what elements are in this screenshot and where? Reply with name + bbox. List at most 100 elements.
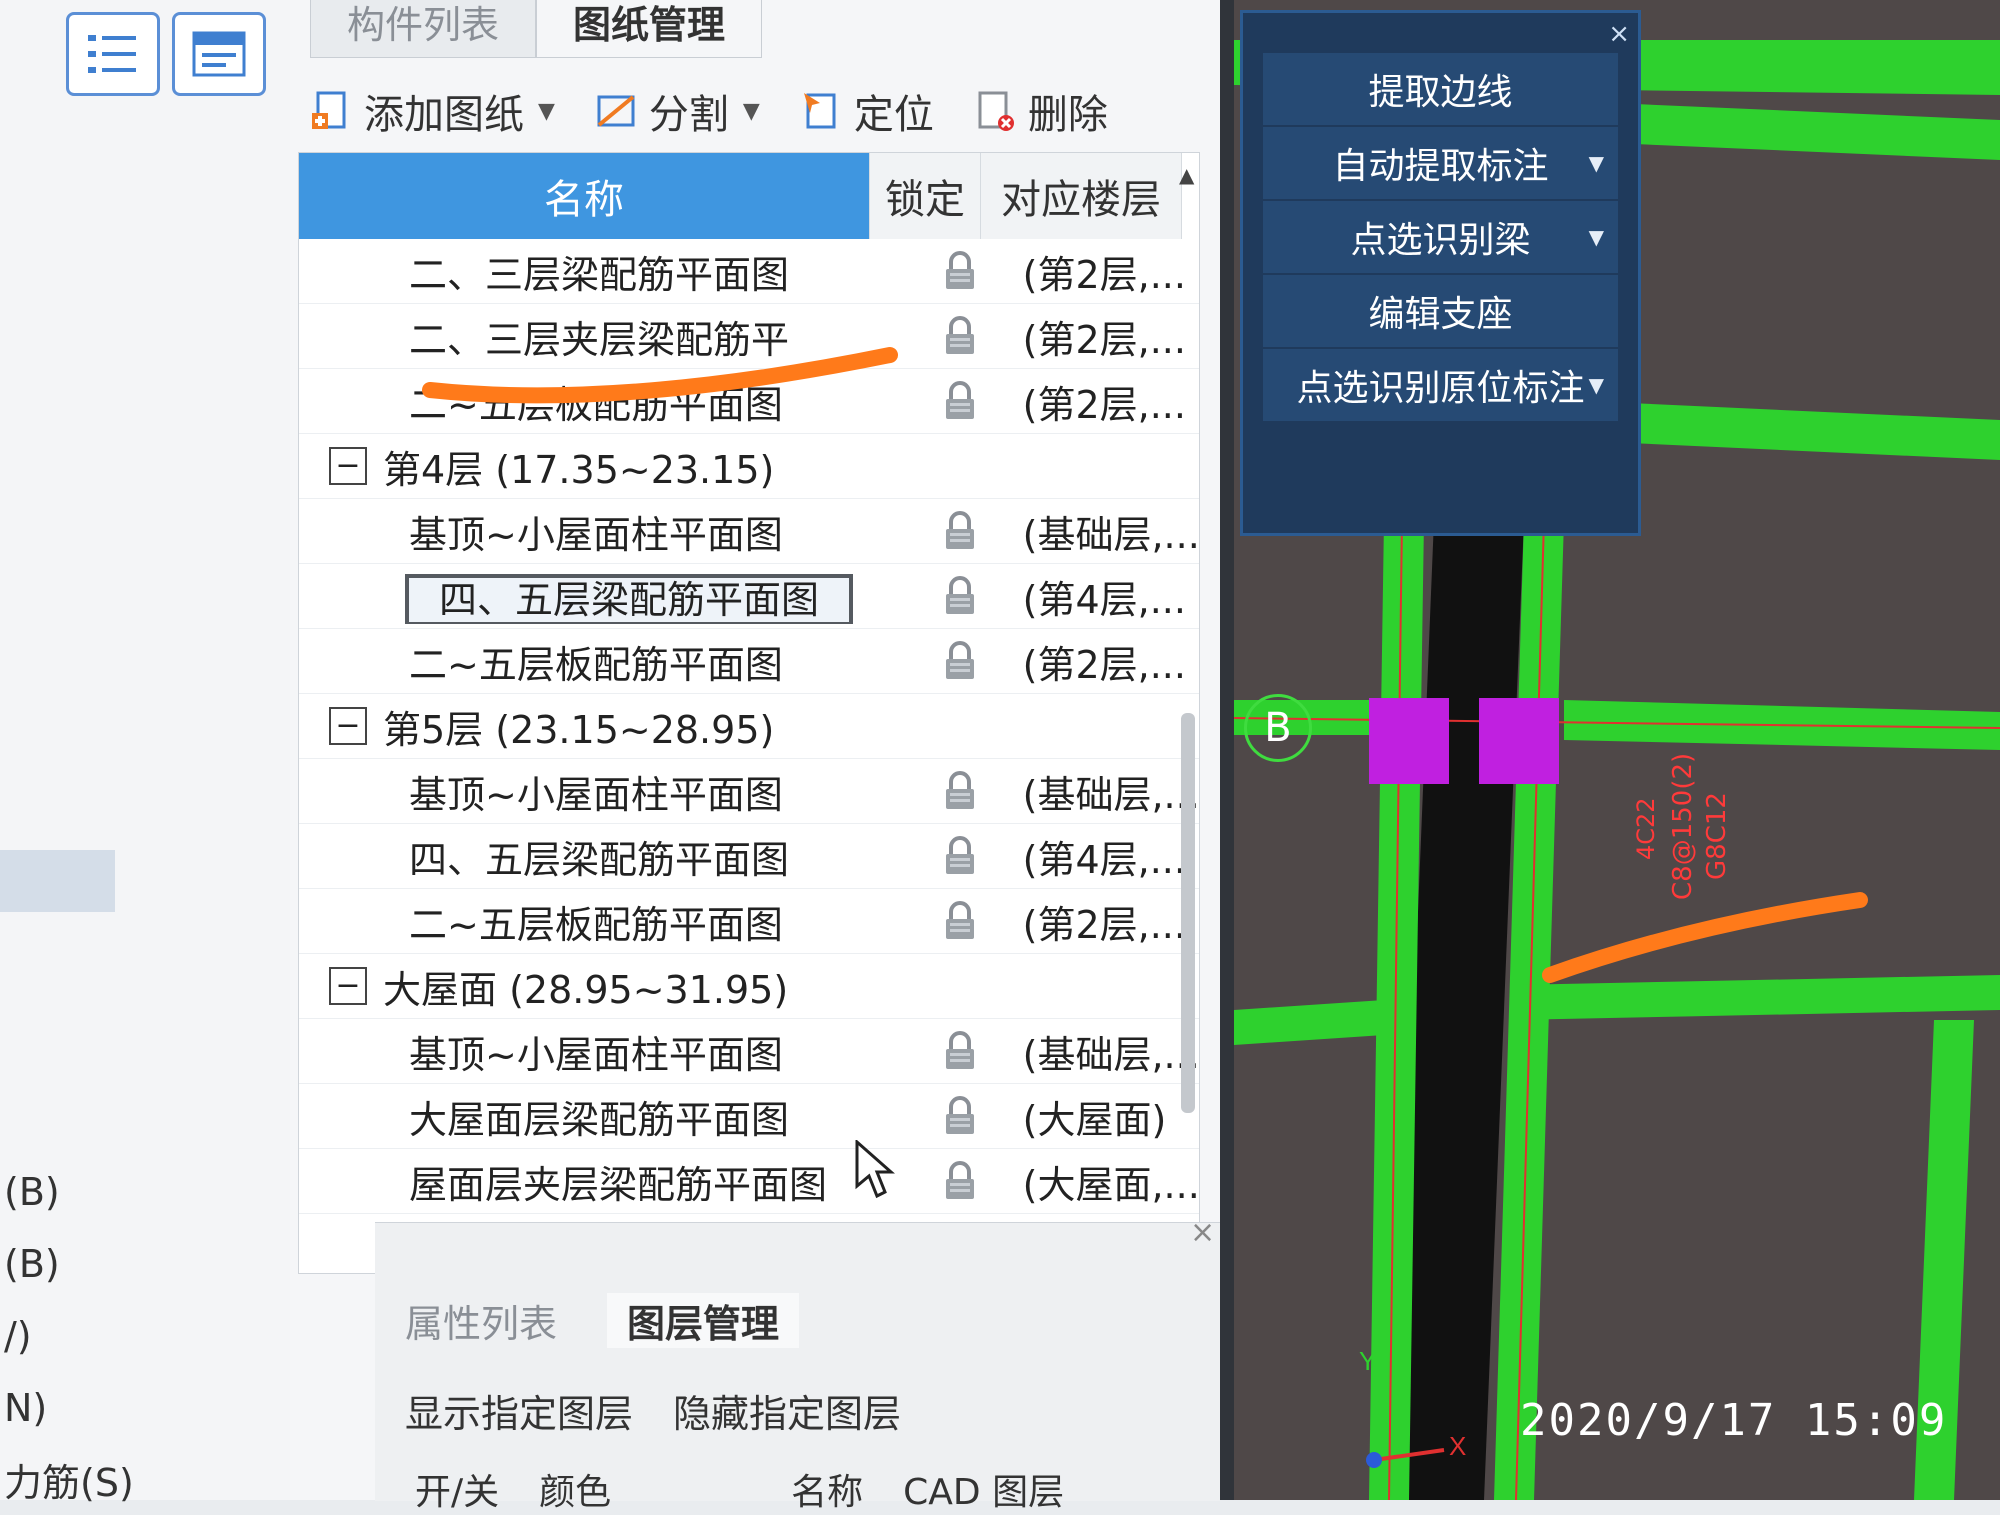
menu-item-label: 自动提取标注	[1332, 146, 1549, 187]
floor-cell[interactable]: (基础层,...	[1009, 504, 1199, 559]
locate-icon	[803, 93, 836, 129]
lock-cell[interactable]	[912, 511, 1009, 551]
chevron-down-icon[interactable]: ▼	[743, 99, 760, 124]
scroll-up-icon[interactable]: ▲	[1179, 163, 1199, 187]
column-header-floor[interactable]: 对应楼层	[981, 153, 1182, 239]
menu-item[interactable]: 点选识别梁 ▼	[1263, 201, 1618, 273]
grid-axis-label: B	[1244, 694, 1312, 762]
component-label[interactable]: (B)	[4, 1170, 60, 1214]
lock-cell[interactable]	[912, 771, 1009, 811]
floor-cell[interactable]: (大屋面)	[1009, 1089, 1199, 1144]
lower-tabs: 属性列表 图层管理	[405, 1293, 800, 1348]
drawing-name: 二~五层板配筋平面图	[409, 902, 783, 947]
delete-button[interactable]: 删除	[974, 82, 1108, 140]
floor-group-cell: − 第5层 (23.15~28.95)	[299, 699, 1199, 754]
menu-item[interactable]: 提取边线	[1263, 53, 1618, 125]
drawing-name-cell: 四、五层梁配筋平面图	[299, 569, 912, 624]
lock-cell[interactable]	[912, 251, 1009, 291]
tab-drawing-management[interactable]: 图纸管理	[536, 0, 763, 58]
floor-cell[interactable]: (第2层,...	[1009, 634, 1199, 689]
column-header-lock[interactable]: 锁定	[870, 153, 981, 239]
floor-cell[interactable]: (第2层,...	[1009, 894, 1199, 949]
drawing-row[interactable]: 四、五层梁配筋平面图 (第4层,...	[299, 564, 1199, 629]
drawing-name: 基顶~小屋面柱平面图	[409, 512, 783, 557]
add-file-icon	[312, 91, 346, 129]
component-label[interactable]: 力筋(S)	[4, 1452, 134, 1507]
close-icon[interactable]: ×	[1608, 19, 1630, 49]
floor-group-row[interactable]: − 第4层 (17.35~23.15)	[299, 434, 1199, 499]
floor-cell[interactable]: (第2层,...	[1009, 374, 1199, 429]
floor-group-label: 第5层 (23.15~28.95)	[383, 707, 775, 752]
drawing-row[interactable]: 屋面层夹层梁配筋平面图 (大屋面,...	[299, 1149, 1199, 1214]
floor-cell[interactable]: (基础层,...	[1009, 1024, 1199, 1079]
chevron-down-icon[interactable]: ▼	[1589, 225, 1604, 249]
orange-annotation-stroke	[422, 347, 898, 404]
column-header-layer-name[interactable]: 名称	[791, 1463, 863, 1515]
collapse-icon[interactable]: −	[329, 447, 367, 485]
locate-label: 定位	[853, 92, 934, 138]
column-header-cad-layer[interactable]: CAD 图层	[903, 1463, 1064, 1515]
tab-property-list[interactable]: 属性列表	[405, 1293, 557, 1348]
close-icon[interactable]: ×	[1190, 1215, 1215, 1250]
lock-icon	[946, 901, 975, 939]
menu-item[interactable]: 自动提取标注 ▼	[1263, 127, 1618, 199]
lock-cell[interactable]	[912, 901, 1009, 941]
chevron-down-icon[interactable]: ▼	[1589, 151, 1604, 175]
floor-cell[interactable]: (第4层,...	[1009, 569, 1199, 624]
chevron-down-icon[interactable]: ▼	[538, 99, 555, 124]
locate-button[interactable]: 定位	[800, 82, 934, 140]
panel-divider[interactable]	[1220, 0, 1234, 1500]
drawing-row[interactable]: 基顶~小屋面柱平面图 (基础层,...	[299, 499, 1199, 564]
collapse-icon[interactable]: −	[329, 707, 367, 745]
drawing-row[interactable]: 二~五层板配筋平面图 (第2层,...	[299, 629, 1199, 694]
drawing-row[interactable]: 二~五层板配筋平面图 (第2层,...	[299, 889, 1199, 954]
lock-icon	[946, 316, 975, 354]
lock-cell[interactable]	[912, 381, 1009, 421]
left-sidebar: (B) (B) /) N) 力筋(S)	[0, 0, 291, 1505]
drawing-row[interactable]: 基顶~小屋面柱平面图 (基础层,...	[299, 759, 1199, 824]
lock-cell[interactable]	[912, 836, 1009, 876]
show-layer-button[interactable]: 显示指定图层	[405, 1383, 633, 1438]
menu-item[interactable]: 编辑支座	[1263, 275, 1618, 347]
collapse-icon[interactable]: −	[329, 967, 367, 1005]
drawing-row[interactable]: 大屋面层梁配筋平面图 (大屋面)	[299, 1084, 1199, 1149]
column-header-name[interactable]: 名称	[299, 153, 870, 239]
table-scrollbar[interactable]	[1181, 713, 1195, 1113]
component-label[interactable]: N)	[4, 1386, 47, 1430]
drawing-row[interactable]: 二、三层梁配筋平面图 (第2层,...	[299, 239, 1199, 304]
split-button[interactable]: 分割 ▼	[595, 82, 760, 140]
floor-cell[interactable]: (第2层,...	[1009, 309, 1199, 364]
lock-cell[interactable]	[912, 576, 1009, 616]
chevron-down-icon[interactable]: ▼	[1589, 373, 1604, 397]
tab-component-list[interactable]: 构件列表	[310, 0, 537, 58]
floor-group-row[interactable]: − 第5层 (23.15~28.95)	[299, 694, 1199, 759]
lock-cell[interactable]	[912, 1161, 1009, 1201]
floor-cell[interactable]: (大屋面,...	[1009, 1154, 1199, 1209]
column-header-color[interactable]: 颜色	[539, 1463, 611, 1515]
drawing-row[interactable]: 基顶~小屋面柱平面图 (基础层,...	[299, 1019, 1199, 1084]
list-icon	[88, 35, 136, 73]
column-header-toggle[interactable]: 开/关	[415, 1463, 499, 1515]
component-label[interactable]: /)	[4, 1314, 32, 1358]
tab-layer-management[interactable]: 图层管理	[607, 1293, 800, 1348]
list-view-button[interactable]	[66, 12, 160, 96]
drawing-name: 四、五层梁配筋平面图	[404, 573, 854, 624]
layer-table-header: 开/关 颜色 名称 CAD 图层	[415, 1463, 1064, 1515]
component-label[interactable]: (B)	[4, 1242, 60, 1286]
lock-cell[interactable]	[912, 1031, 1009, 1071]
detail-view-button[interactable]	[172, 12, 266, 96]
drawing-name-cell: 基顶~小屋面柱平面图	[299, 504, 912, 559]
floor-group-row[interactable]: − 大屋面 (28.95~31.95)	[299, 954, 1199, 1019]
floor-cell[interactable]: (第2层,...	[1009, 244, 1199, 299]
floor-cell[interactable]: (基础层,...	[1009, 764, 1199, 819]
add-drawing-button[interactable]: 添加图纸 ▼	[310, 82, 555, 140]
hide-layer-button[interactable]: 隐藏指定图层	[673, 1383, 901, 1438]
lock-icon	[946, 1161, 975, 1199]
lock-cell[interactable]	[912, 1096, 1009, 1136]
floor-cell[interactable]: (第4层,...	[1009, 829, 1199, 884]
drawing-name-cell: 基顶~小屋面柱平面图	[299, 1024, 912, 1079]
menu-item[interactable]: 点选识别原位标注 ▼	[1263, 349, 1618, 421]
lock-cell[interactable]	[912, 316, 1009, 356]
drawing-row[interactable]: 四、五层梁配筋平面图 (第4层,...	[299, 824, 1199, 889]
lock-cell[interactable]	[912, 641, 1009, 681]
